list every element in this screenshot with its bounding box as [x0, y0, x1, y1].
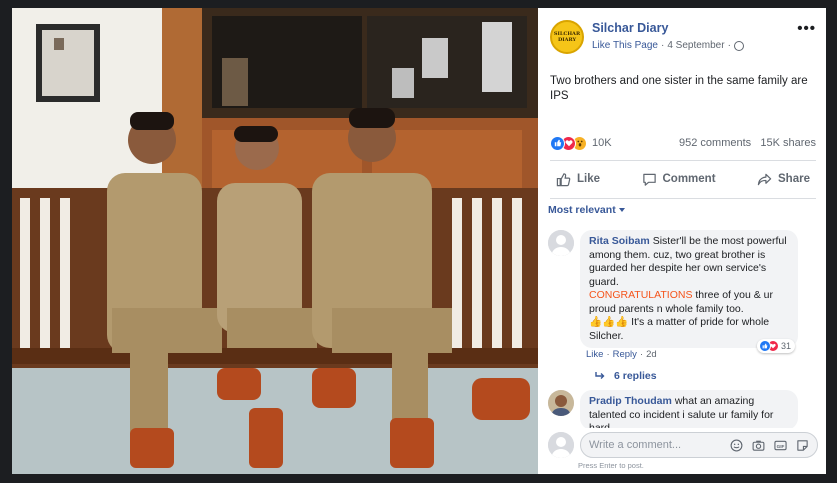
more-options-button[interactable]: ••• — [797, 20, 816, 37]
share-label: Share — [778, 173, 810, 185]
caret-down-icon — [618, 208, 625, 212]
user-avatar — [548, 432, 574, 458]
photo-viewer[interactable] — [12, 8, 538, 474]
like-reaction-icon — [759, 340, 771, 352]
camera-icon[interactable] — [752, 439, 765, 452]
comment-time[interactable]: 2d — [646, 349, 657, 360]
comment-composer: Write a comment... GIF Press Enter to po… — [538, 428, 826, 474]
default-avatar-icon — [548, 432, 574, 458]
post-meta: Like This Page · 4 September · — [592, 40, 744, 51]
gif-icon[interactable]: GIF — [774, 439, 787, 452]
share-icon — [757, 173, 772, 185]
comment-placeholder: Write a comment... — [589, 439, 682, 451]
view-replies-link[interactable]: 6 replies — [594, 370, 657, 382]
reaction-count[interactable]: 10K — [592, 137, 612, 149]
commenter-photo — [548, 390, 574, 416]
meta-separator: · — [606, 349, 610, 360]
reactions-summary: 10K 952 comments 15K shares — [550, 134, 816, 152]
reply-arrow-icon — [595, 372, 605, 379]
engagement-counts: 952 comments 15K shares — [679, 137, 816, 149]
comment-icon — [642, 173, 656, 186]
post-date[interactable]: 4 September — [667, 40, 724, 51]
comment-bubble: Pradip Thoudam what an amazing talented c… — [580, 390, 798, 434]
thumbs-up-icon — [556, 172, 571, 186]
sort-comments-dropdown[interactable]: Most relevant — [548, 204, 625, 216]
meta-separator: · — [639, 349, 644, 360]
share-button[interactable]: Share — [757, 172, 810, 187]
like-reaction-icon[interactable] — [550, 135, 565, 151]
meta-dot: · — [660, 40, 665, 51]
post-photo — [12, 8, 538, 474]
enter-to-post-hint: Press Enter to post. — [578, 461, 644, 470]
comment-author[interactable]: Rita Soibam — [589, 235, 650, 247]
comment-highlight: CONGRATULATIONS — [589, 289, 693, 301]
page-name-link[interactable]: Silchar Diary — [592, 21, 668, 35]
comment-reply-link[interactable]: Reply — [613, 349, 637, 360]
globe-icon — [733, 40, 744, 51]
commenter-avatar[interactable] — [548, 390, 574, 416]
like-page-link[interactable]: Like This Page — [592, 40, 658, 51]
commenter-avatar[interactable] — [548, 230, 574, 256]
shares-count[interactable]: 15K shares — [760, 137, 816, 149]
post-text: Two brothers and one sister in the same … — [550, 75, 808, 102]
post-panel: SILCHAR DIARY Silchar Diary Like This Pa… — [538, 8, 826, 474]
page-avatar[interactable]: SILCHAR DIARY — [550, 20, 584, 54]
svg-text:GIF: GIF — [777, 443, 785, 448]
default-avatar-icon — [548, 230, 574, 256]
like-button[interactable]: Like — [556, 172, 600, 187]
comment-like-link[interactable]: Like — [586, 349, 603, 360]
divider — [550, 198, 816, 199]
comment-react-count: 31 — [781, 341, 792, 351]
comment-meta: Like · Reply · 2d — [586, 349, 657, 360]
comment-input[interactable]: Write a comment... GIF — [580, 432, 818, 458]
comment-reactions[interactable]: 31 — [757, 339, 796, 353]
comment-button[interactable]: Comment — [642, 172, 716, 187]
post-actions: Like Comment Share — [550, 163, 816, 195]
thumbs-emoji: 👍👍👍 — [589, 316, 629, 328]
comments-count[interactable]: 952 comments — [679, 137, 751, 149]
like-label: Like — [577, 173, 601, 185]
sticker-icon[interactable] — [796, 439, 809, 452]
logo-text-bottom: DIARY — [557, 37, 577, 43]
meta-dot: · — [727, 40, 731, 51]
sort-label: Most relevant — [548, 204, 616, 216]
post-header: SILCHAR DIARY Silchar Diary Like This Pa… — [538, 8, 826, 64]
replies-count: 6 replies — [614, 370, 657, 382]
emoji-icon[interactable] — [730, 439, 743, 452]
comment-bubble: Rita Soibam Sister'll be the most powerfu… — [580, 230, 798, 348]
comment-author[interactable]: Pradip Thoudam — [589, 395, 672, 407]
comment-label: Comment — [662, 173, 716, 185]
divider — [550, 160, 816, 161]
